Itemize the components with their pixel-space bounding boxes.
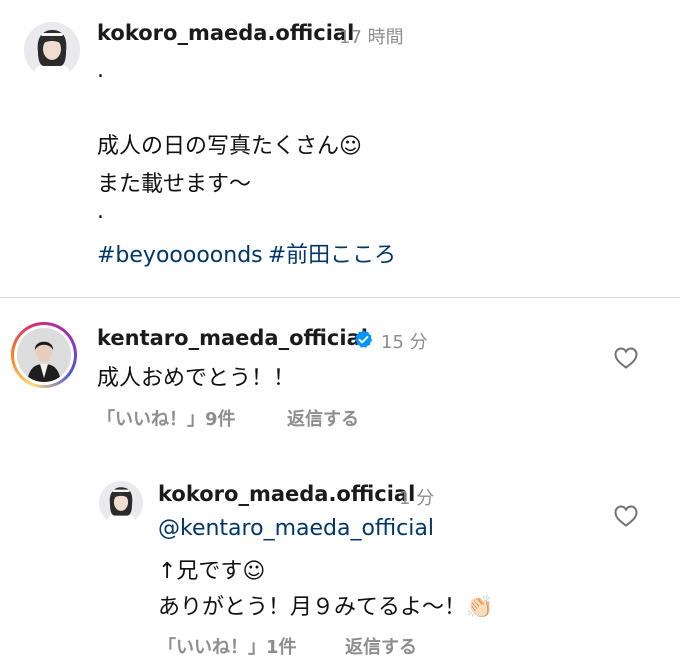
caption-line-4: . [97,199,104,224]
verified-badge-icon [353,329,374,350]
reply-timestamp: 1 分 [399,488,435,509]
comment-header: kentaro_maeda_official [97,326,368,350]
comment-text: 成人おめでとう！！ [97,366,296,391]
reply-author-username[interactable]: kokoro_maeda.official [158,482,415,506]
hashtag-row: #beyooooonds #前田こころ [97,237,396,269]
section-divider [0,297,680,298]
post-author-username[interactable]: kokoro_maeda.official [97,21,354,45]
reply-like-count[interactable]: 「いいね！」1件 [158,633,297,659]
reply-mention-link[interactable]: @kentaro_maeda_official [158,516,434,541]
reply-reply-button[interactable]: 返信する [345,633,417,659]
comment-author-avatar[interactable] [11,322,77,388]
post-author-avatar[interactable] [24,22,80,78]
avatar-photo [99,481,143,525]
post-timestamp: 17 時間 [339,27,404,48]
reply-like-heart-icon[interactable] [614,505,638,527]
comment-author-username[interactable]: kentaro_maeda_official [97,326,368,350]
reply-line-2: ありがとう！月９みてるよ〜！👏🏻 [158,595,494,620]
comment-reply-button[interactable]: 返信する [287,405,359,431]
comment-like-heart-icon[interactable] [614,347,638,369]
caption-line-1: . [97,58,104,83]
caption-line-2: 成人の日の写真たくさん☺︎ [97,134,362,159]
avatar-photo [24,22,80,78]
caption-line-3: また載せます〜 [97,172,252,197]
comment-like-count[interactable]: 「いいね！」9件 [97,405,236,431]
comment-timestamp: 15 分 [381,332,428,353]
avatar-photo [17,328,71,382]
reply-line-1: ↑兄です☺︎ [158,559,266,584]
hashtag-link[interactable]: #beyooooonds [97,243,263,268]
hashtag-link[interactable]: #前田こころ [268,243,396,268]
reply-author-avatar[interactable] [99,481,143,525]
